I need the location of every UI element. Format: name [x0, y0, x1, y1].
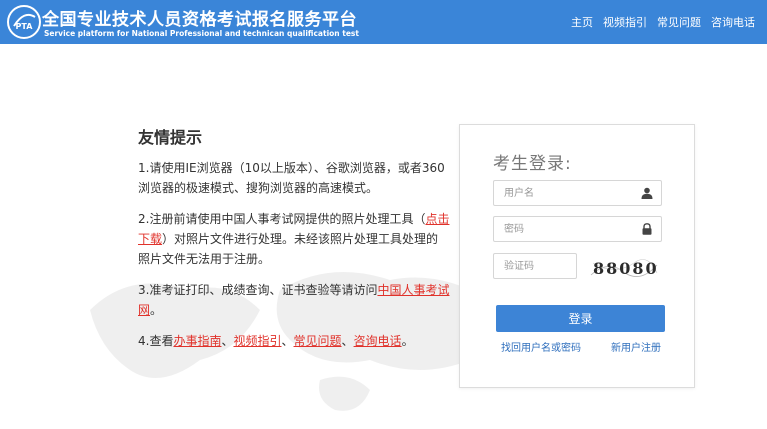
- site-title: 全国专业技术人员资格考试报名服务平台: [42, 10, 357, 30]
- tip-photo-tool: 2.注册前请使用中国人事考试网提供的照片处理工具（点击下载）对照片文件进行处理。…: [138, 212, 450, 266]
- video-guide-link[interactable]: 视频指引: [233, 334, 281, 348]
- user-icon: [641, 187, 653, 199]
- username-input[interactable]: [494, 181, 634, 205]
- captcha-image[interactable]: 88080: [589, 255, 659, 281]
- nav-hotline[interactable]: 咨询电话: [711, 14, 755, 30]
- login-panel: 考生登录: 88080 登录 找回用户名或密码 新用户注册: [459, 124, 695, 388]
- guide-link[interactable]: 办事指南: [173, 334, 221, 348]
- login-button[interactable]: 登录: [496, 305, 665, 332]
- tip-view-links: 4.查看办事指南、视频指引、常见问题、咨询电话。: [138, 334, 414, 348]
- logo-text: PTA: [16, 22, 34, 31]
- captcha-input[interactable]: [494, 254, 574, 278]
- faq-link[interactable]: 常见问题: [294, 334, 342, 348]
- tip-browser: 1.请使用IE浏览器（10以上版本）、谷歌浏览器，或者360浏览器的极速模式、搜…: [138, 161, 445, 195]
- lock-icon: [642, 223, 652, 235]
- password-field: [493, 216, 662, 242]
- hotline-link[interactable]: 咨询电话: [354, 334, 402, 348]
- nav-home[interactable]: 主页: [571, 14, 593, 30]
- pta-logo-icon: PTA: [7, 5, 41, 39]
- site-header: PTA 全国专业技术人员资格考试报名服务平台 Service platform …: [0, 0, 767, 44]
- friendly-tips: 友情提示 1.请使用IE浏览器（10以上版本）、谷歌浏览器，或者360浏览器的极…: [138, 124, 450, 362]
- forgot-credentials-link[interactable]: 找回用户名或密码: [501, 339, 581, 354]
- captcha-field: [493, 253, 577, 279]
- login-links: 找回用户名或密码 新用户注册: [501, 339, 661, 354]
- captcha-code: 88080: [593, 259, 659, 278]
- site-subtitle: Service platform for National Profession…: [44, 29, 359, 38]
- tip-services: 3.准考证打印、成绩查询、证书查验等请访问中国人事考试网。: [138, 283, 450, 317]
- top-nav: 主页 视频指引 常见问题 咨询电话: [571, 14, 755, 30]
- nav-video-guide[interactable]: 视频指引: [603, 14, 647, 30]
- password-input[interactable]: [494, 217, 634, 241]
- login-title: 考生登录:: [493, 154, 572, 174]
- tips-title: 友情提示: [138, 128, 203, 147]
- username-field: [493, 180, 662, 206]
- nav-faq[interactable]: 常见问题: [657, 14, 701, 30]
- register-link[interactable]: 新用户注册: [611, 339, 661, 354]
